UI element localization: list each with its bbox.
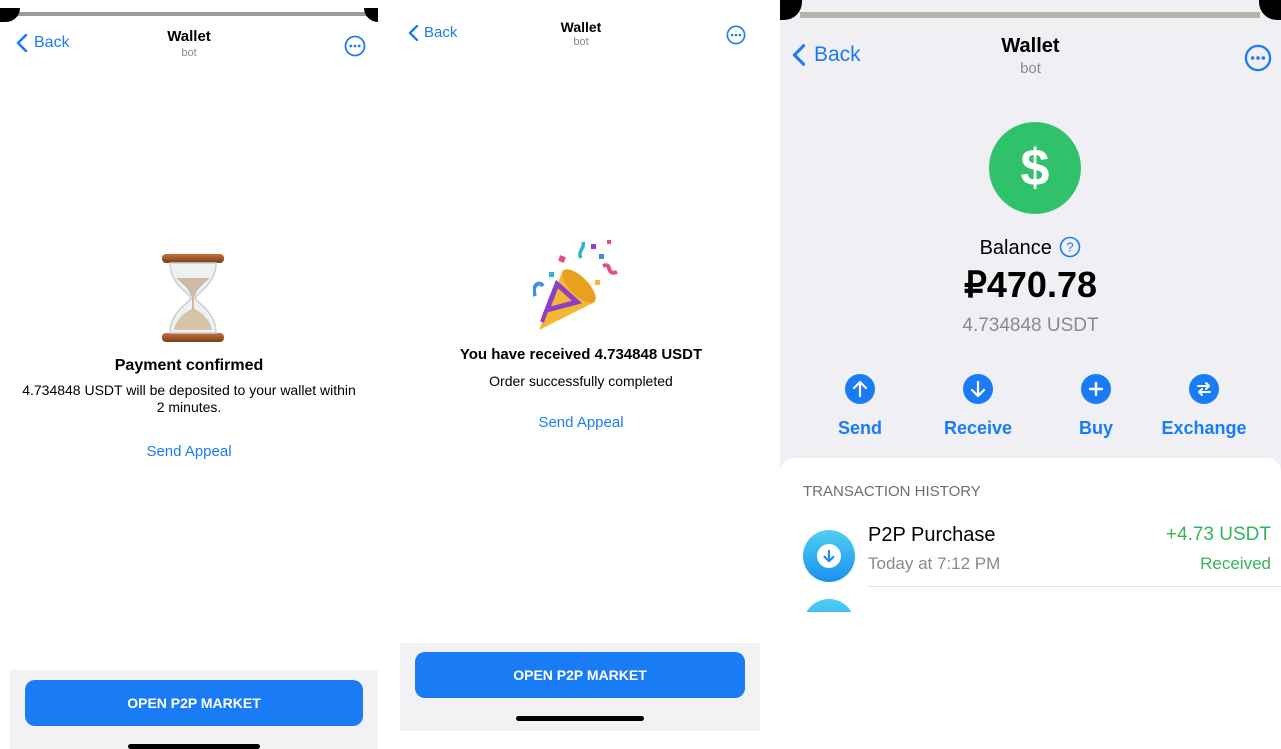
transaction-time: Today at 7:12 PM	[868, 554, 1001, 573]
open-p2p-market-button[interactable]: OPEN P2P MARKET	[415, 652, 745, 698]
balance-label: Balance	[979, 237, 1052, 259]
navbar: Back Wallet bot	[400, 0, 762, 70]
screen-received: Back Wallet bot You have received 4.7348…	[400, 0, 762, 749]
nav-title: Wallet	[1001, 35, 1060, 57]
nav-subtitle: bot	[1020, 60, 1041, 77]
screen-wallet-home: Back Wallet bot $ Balance ? ₽470.78 4.73…	[780, 0, 1281, 612]
arrow-down-icon	[970, 380, 986, 398]
nav-title: Wallet	[560, 19, 602, 35]
send-label: Send	[837, 418, 882, 438]
receive-transaction-icon	[803, 530, 855, 582]
dollar-icon: $	[989, 122, 1081, 214]
more-options-icon[interactable]	[344, 35, 366, 57]
receive-label: Receive	[943, 418, 1013, 438]
send-action-button[interactable]: Send	[795, 374, 925, 439]
status-heading: You have received 4.734848 USDT	[459, 346, 703, 363]
hourglass-icon	[162, 254, 224, 342]
history-title: TRANSACTION HISTORY	[803, 483, 981, 500]
open-p2p-market-label: OPEN P2P MARKET	[127, 695, 261, 711]
balance-crypto: 4.734848 USDT	[962, 315, 1099, 336]
navbar: Back Wallet bot	[0, 0, 378, 70]
arrow-down-icon	[823, 549, 835, 563]
transaction-row[interactable]: P2P Purchase Today at 7:12 PM +4.73 USDT…	[780, 520, 1281, 588]
svg-text:?: ?	[1067, 240, 1074, 255]
transaction-amount: +4.73 USDT	[1165, 524, 1271, 545]
row-divider	[868, 586, 1281, 587]
screen-payment-confirmed: Back Wallet bot Payment confirmed 4.7348…	[0, 0, 378, 749]
nav-subtitle: bot	[181, 47, 197, 59]
nav-subtitle: bot	[573, 36, 589, 48]
balance-label-row: Balance ?	[780, 236, 1281, 260]
transaction-status: Received	[1200, 554, 1271, 573]
home-indicator	[516, 716, 644, 721]
receive-action-button[interactable]: Receive	[913, 374, 1043, 439]
send-appeal-label[interactable]: Send Appeal	[146, 443, 231, 460]
send-appeal-link[interactable]: Send Appeal	[0, 443, 378, 460]
open-p2p-market-button[interactable]: OPEN P2P MARKET	[25, 680, 363, 726]
exchange-icon	[1197, 382, 1211, 396]
party-popper-icon	[533, 240, 618, 330]
plus-icon	[1088, 381, 1104, 397]
status-heading: Payment confirmed	[114, 357, 264, 374]
more-options-icon[interactable]	[726, 25, 746, 45]
exchange-label: Exchange	[1161, 418, 1247, 438]
transaction-history-card: TRANSACTION HISTORY P2P Purchase Today a…	[780, 458, 1281, 612]
exchange-action-button[interactable]: Exchange	[1139, 374, 1269, 439]
nav-title: Wallet	[167, 28, 211, 45]
status-message: Order successfully completed	[489, 373, 673, 389]
next-transaction-icon	[803, 599, 855, 612]
arrow-up-icon	[852, 380, 868, 398]
open-p2p-market-label: OPEN P2P MARKET	[513, 667, 647, 683]
help-icon[interactable]: ?	[1059, 236, 1081, 258]
navbar: Back Wallet bot	[780, 0, 1281, 77]
more-options-icon[interactable]	[1244, 44, 1272, 72]
home-indicator	[128, 744, 260, 749]
transaction-title: P2P Purchase	[868, 524, 996, 546]
send-appeal-label[interactable]: Send Appeal	[538, 414, 623, 431]
status-message: 4.734848 USDT will be deposited to your …	[22, 382, 356, 415]
send-appeal-link[interactable]: Send Appeal	[400, 414, 762, 431]
balance-amount: ₽470.78	[963, 264, 1097, 305]
